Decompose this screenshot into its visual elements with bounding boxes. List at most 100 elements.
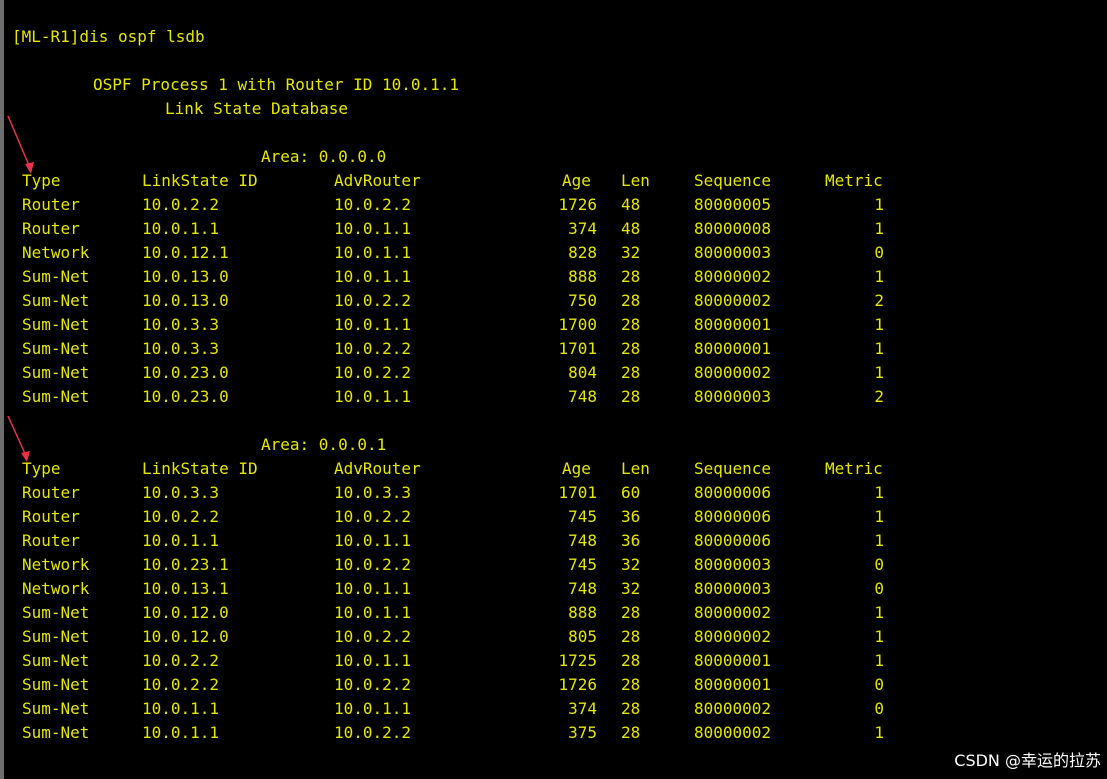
cell-len: 28 <box>621 651 641 670</box>
command-prompt-line: [ML-R1]dis ospf lsdb <box>12 27 205 46</box>
cell-linkstate-id: 10.0.12.1 <box>142 243 229 262</box>
column-header-len: Len <box>621 459 650 478</box>
cell-linkstate-id: 10.0.1.1 <box>142 699 220 718</box>
cell-sequence: 80000002 <box>694 627 772 646</box>
cell-len: 32 <box>621 579 641 598</box>
column-header-metric: Metric <box>825 171 883 190</box>
column-header-adv-router: AdvRouter <box>334 171 421 190</box>
cell-sequence: 80000001 <box>694 315 772 334</box>
cell-len: 32 <box>621 243 641 262</box>
cell-len: 48 <box>621 219 641 238</box>
cell-age: 1726 <box>558 675 597 694</box>
cell-linkstate-id: 10.0.2.2 <box>142 651 220 670</box>
cell-linkstate-id: 10.0.13.1 <box>142 579 229 598</box>
column-header-type: Type <box>22 459 61 478</box>
cell-age: 745 <box>568 507 597 526</box>
cell-metric: 1 <box>874 339 884 358</box>
cell-len: 32 <box>621 555 641 574</box>
cell-len: 28 <box>621 315 641 334</box>
cell-adv-router: 10.0.2.2 <box>334 555 412 574</box>
cell-sequence: 80000002 <box>694 723 772 742</box>
cell-metric: 1 <box>874 531 884 550</box>
cell-len: 28 <box>621 699 641 718</box>
cell-len: 36 <box>621 507 641 526</box>
cell-adv-router: 10.0.2.2 <box>334 723 412 742</box>
cell-adv-router: 10.0.2.2 <box>334 291 412 310</box>
cell-linkstate-id: 10.0.2.2 <box>142 675 220 694</box>
cell-linkstate-id: 10.0.3.3 <box>142 339 220 358</box>
cell-metric: 1 <box>874 195 884 214</box>
cell-age: 828 <box>568 243 597 262</box>
cell-sequence: 80000002 <box>694 699 772 718</box>
annotation-arrow <box>7 115 34 174</box>
cell-linkstate-id: 10.0.12.0 <box>142 603 229 622</box>
cell-metric: 1 <box>874 723 884 742</box>
cell-type: Sum-Net <box>22 363 90 382</box>
cell-len: 28 <box>621 363 641 382</box>
cell-linkstate-id: 10.0.1.1 <box>142 219 220 238</box>
cell-sequence: 80000002 <box>694 603 772 622</box>
cell-adv-router: 10.0.2.2 <box>334 363 412 382</box>
cell-type: Sum-Net <box>22 675 90 694</box>
cell-len: 60 <box>621 483 641 502</box>
cell-metric: 1 <box>874 219 884 238</box>
cell-age: 1700 <box>558 315 597 334</box>
cell-linkstate-id: 10.0.23.1 <box>142 555 229 574</box>
cell-type: Sum-Net <box>22 723 90 742</box>
cell-adv-router: 10.0.3.3 <box>334 483 412 502</box>
cell-adv-router: 10.0.2.2 <box>334 507 412 526</box>
cell-linkstate-id: 10.0.2.2 <box>142 507 220 526</box>
column-header-metric: Metric <box>825 459 883 478</box>
cell-age: 805 <box>568 627 597 646</box>
cell-metric: 0 <box>874 243 884 262</box>
cell-sequence: 80000003 <box>694 555 772 574</box>
cell-adv-router: 10.0.2.2 <box>334 195 412 214</box>
column-header-linkstate-id: LinkState ID <box>142 459 258 478</box>
cell-age: 748 <box>568 531 597 550</box>
column-header-len: Len <box>621 171 650 190</box>
cell-age: 748 <box>568 579 597 598</box>
cell-sequence: 80000006 <box>694 531 772 550</box>
cell-type: Sum-Net <box>22 315 90 334</box>
cell-metric: 1 <box>874 507 884 526</box>
cell-adv-router: 10.0.1.1 <box>334 387 412 406</box>
cell-sequence: 80000006 <box>694 483 772 502</box>
cell-adv-router: 10.0.2.2 <box>334 339 412 358</box>
cell-linkstate-id: 10.0.12.0 <box>142 627 229 646</box>
cell-metric: 1 <box>874 363 884 382</box>
cell-adv-router: 10.0.1.1 <box>334 603 412 622</box>
cell-age: 1726 <box>558 195 597 214</box>
cell-type: Sum-Net <box>22 387 90 406</box>
cell-age: 1701 <box>558 483 597 502</box>
cell-len: 28 <box>621 267 641 286</box>
cell-len: 28 <box>621 675 641 694</box>
lsdb-title: Link State Database <box>165 99 349 118</box>
cell-linkstate-id: 10.0.23.0 <box>142 387 229 406</box>
cell-metric: 1 <box>874 603 884 622</box>
cell-adv-router: 10.0.2.2 <box>334 627 412 646</box>
cell-metric: 1 <box>874 267 884 286</box>
watermark: CSDN @幸运的拉苏 <box>954 751 1101 770</box>
cell-len: 28 <box>621 603 641 622</box>
cell-sequence: 80000003 <box>694 579 772 598</box>
cell-sequence: 80000001 <box>694 675 772 694</box>
cell-age: 888 <box>568 603 597 622</box>
cell-len: 48 <box>621 195 641 214</box>
area-label: Area: 0.0.0.0 <box>261 147 387 166</box>
cell-age: 750 <box>568 291 597 310</box>
terminal-window[interactable]: [ML-R1]dis ospf lsdb OSPF Process 1 with… <box>4 0 1107 779</box>
cell-sequence: 80000002 <box>694 291 772 310</box>
cell-linkstate-id: 10.0.23.0 <box>142 363 229 382</box>
column-header-adv-router: AdvRouter <box>334 459 421 478</box>
column-header-sequence: Sequence <box>694 171 772 190</box>
cell-adv-router: 10.0.1.1 <box>334 219 412 238</box>
cell-linkstate-id: 10.0.13.0 <box>142 267 229 286</box>
cell-age: 374 <box>568 699 597 718</box>
cell-metric: 0 <box>874 675 884 694</box>
cell-metric: 1 <box>874 483 884 502</box>
cell-metric: 1 <box>874 651 884 670</box>
cell-linkstate-id: 10.0.13.0 <box>142 291 229 310</box>
cell-sequence: 80000003 <box>694 387 772 406</box>
cell-type: Network <box>22 243 90 262</box>
cell-age: 748 <box>568 387 597 406</box>
